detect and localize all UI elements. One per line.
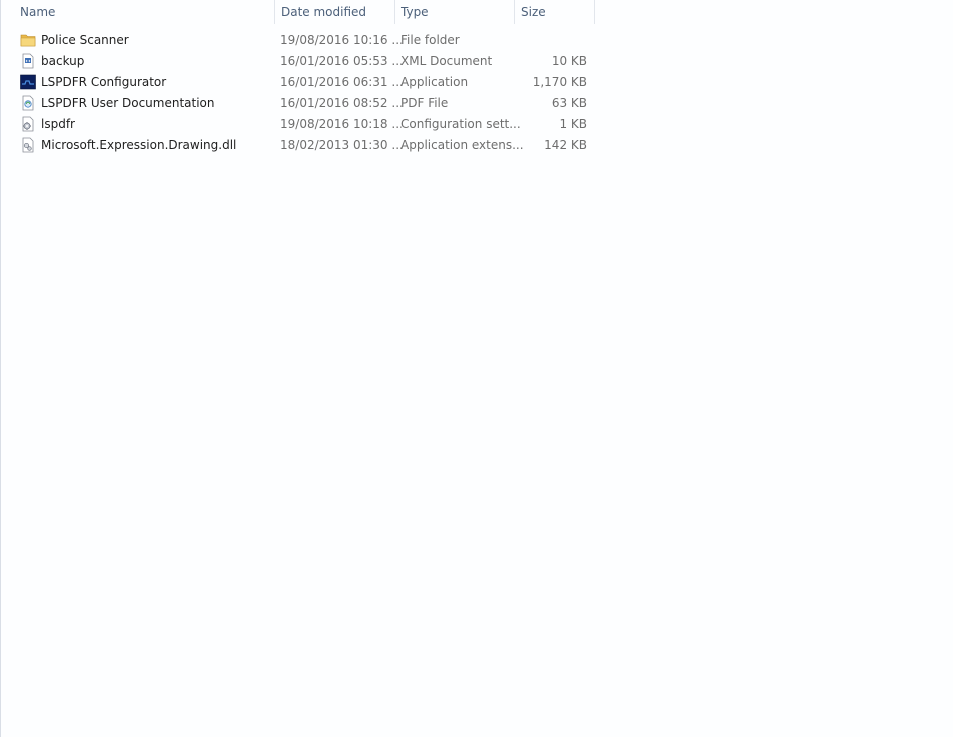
file-type: Application (401, 75, 469, 89)
file-type: Configuration sett... (401, 117, 521, 131)
file-size: 10 KB (551, 54, 587, 68)
file-date-modified: 16/01/2016 05:53 ... (280, 54, 403, 68)
column-header-type-label: Type (401, 5, 429, 19)
file-row-lspdfr-config[interactable]: lspdfr 19/08/2016 10:18 ... Configuratio… (18, 114, 595, 135)
file-row-lspdfr-user-documentation[interactable]: LSPDFR User Documentation 16/01/2016 08:… (18, 93, 595, 114)
column-header-name[interactable]: Name ˄ (14, 0, 275, 24)
file-date-modified: 18/02/2013 01:30 ... (280, 138, 403, 152)
column-header-type[interactable]: Type (395, 0, 515, 24)
dll-file-icon (20, 137, 36, 153)
file-name: lspdfr (41, 117, 75, 131)
column-header-size[interactable]: Size (515, 0, 595, 24)
file-name: backup (41, 54, 85, 68)
file-date-modified: 19/08/2016 10:16 ... (280, 33, 403, 47)
file-row-lspdfr-configurator[interactable]: LSPDFR Configurator 16/01/2016 06:31 ...… (18, 72, 595, 93)
folder-icon (20, 32, 36, 48)
column-header-name-label: Name (20, 5, 56, 19)
column-header-date-label: Date modified (281, 5, 367, 19)
file-size: 63 KB (551, 96, 587, 110)
file-size: 1,170 KB (532, 75, 587, 89)
config-file-icon (20, 116, 36, 132)
file-type: File folder (401, 33, 460, 47)
file-size: 142 KB (544, 138, 587, 152)
file-name: LSPDFR Configurator (41, 75, 167, 89)
file-type: XML Document (401, 54, 493, 68)
file-name: Police Scanner (41, 33, 129, 47)
file-row-police-scanner[interactable]: Police Scanner 19/08/2016 10:16 ... File… (18, 30, 595, 51)
file-type: Application extens... (401, 138, 524, 152)
file-size: 1 KB (559, 117, 587, 131)
column-header-date-modified[interactable]: Date modified (275, 0, 395, 24)
column-header-size-label: Size (521, 5, 546, 19)
file-name: Microsoft.Expression.Drawing.dll (41, 138, 237, 152)
application-icon (20, 74, 36, 90)
file-name: LSPDFR User Documentation (41, 96, 215, 110)
file-date-modified: 16/01/2016 06:31 ... (280, 75, 403, 89)
column-header-bar: Name ˄ Date modified Type Size (1, 0, 953, 24)
file-date-modified: 16/01/2016 08:52 ... (280, 96, 403, 110)
file-list-pane: Name ˄ Date modified Type Size Police Sc… (0, 0, 953, 737)
file-type: PDF File (401, 96, 449, 110)
file-row-microsoft-expression-drawing-dll[interactable]: Microsoft.Expression.Drawing.dll 18/02/2… (18, 135, 595, 156)
xml-document-icon (20, 53, 36, 69)
file-date-modified: 19/08/2016 10:18 ... (280, 117, 403, 131)
sort-ascending-icon: ˄ (154, 0, 162, 4)
pdf-file-icon (20, 95, 36, 111)
file-row-backup[interactable]: backup 16/01/2016 05:53 ... XML Document… (18, 51, 595, 72)
